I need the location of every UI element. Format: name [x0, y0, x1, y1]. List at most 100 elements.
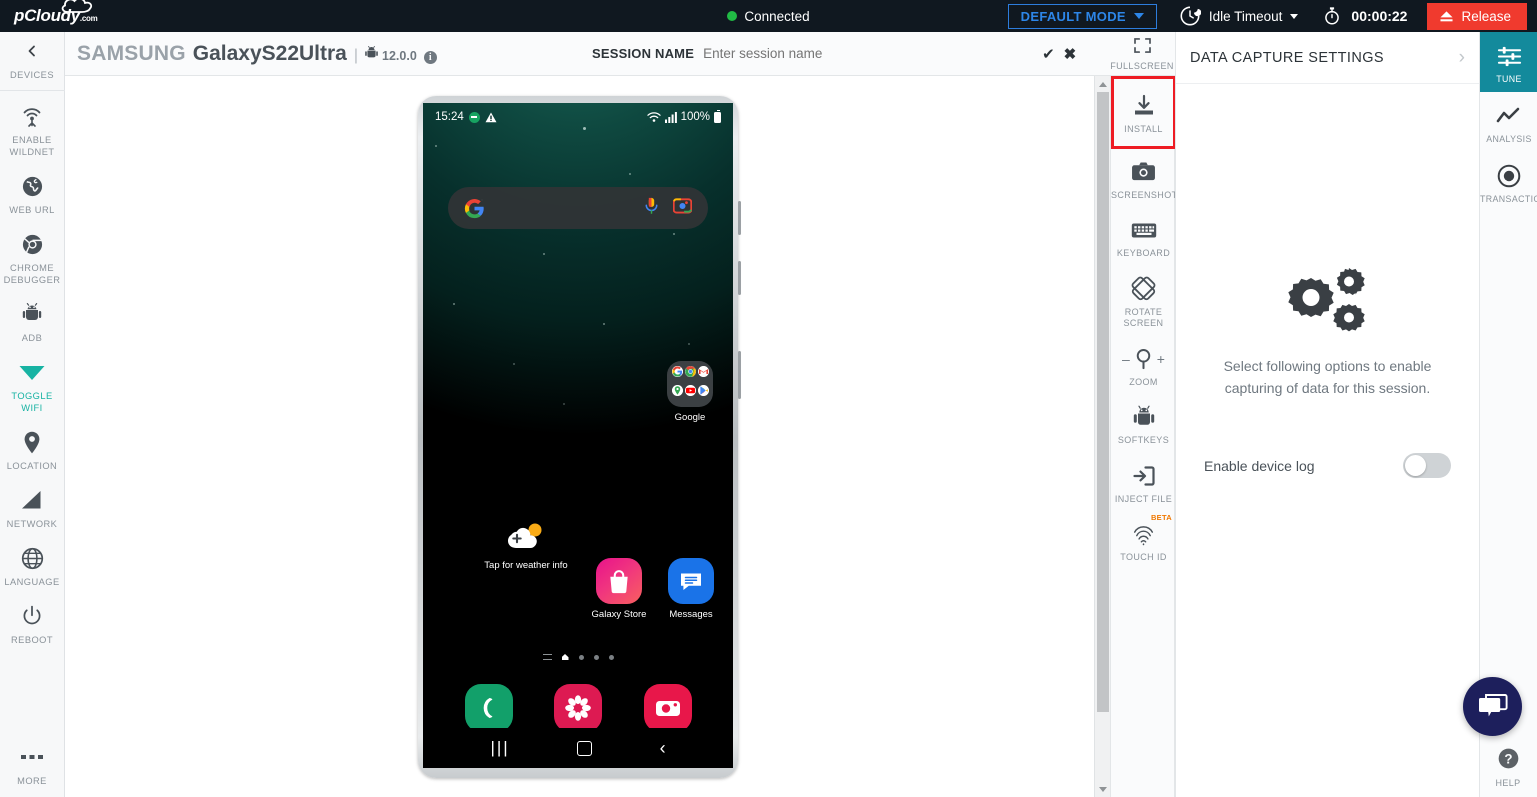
keyboard-icon	[1111, 217, 1176, 243]
sidebar-item-network[interactable]: NETWORK	[0, 475, 65, 533]
page-indicator-dot[interactable]	[608, 654, 614, 660]
zoom-out-label[interactable]: –	[1122, 351, 1130, 367]
sidebar-item-location[interactable]: LOCATION	[0, 417, 65, 475]
page-indicator-dot[interactable]	[593, 654, 599, 660]
dock-app-phone[interactable]	[464, 684, 513, 732]
record-dot-icon	[1480, 163, 1537, 189]
idle-timeout-dropdown[interactable]: Idle Timeout	[1179, 5, 1299, 27]
tool-rotate-screen[interactable]: ROTATE SCREEN	[1111, 266, 1176, 336]
check-icon[interactable]: ✔	[1042, 45, 1055, 63]
default-mode-dropdown[interactable]: DEFAULT MODE	[1007, 3, 1157, 29]
tool-rail: INSTALL SCREENSHOT KEYBOARD ROTATE SCREE…	[1110, 76, 1177, 797]
tool-zoom[interactable]: – + ZOOM	[1111, 336, 1176, 395]
phone-screen[interactable]: 15:24 100% Google Tap for weather info G…	[423, 103, 733, 768]
sidebar-label: WEB URL	[9, 205, 55, 215]
home-app-galaxy-store[interactable]: Galaxy Store	[591, 558, 647, 620]
info-icon[interactable]: i	[423, 50, 437, 64]
panel-title: DATA CAPTURE SETTINGS	[1190, 49, 1384, 66]
dock-app-camera[interactable]	[643, 684, 692, 732]
scroll-down-arrow[interactable]	[1095, 781, 1111, 797]
sidebar-item-adb[interactable]: ADB	[0, 289, 65, 347]
left-sidebar: DEVICES ENABLE WILDNET WEB URL CHROME DE…	[0, 32, 65, 797]
tab-transaction[interactable]: TRANSACTION	[1480, 152, 1537, 212]
zoom-in-label[interactable]: +	[1157, 351, 1165, 367]
power-button[interactable]	[738, 351, 741, 399]
tool-install[interactable]: INSTALL	[1111, 76, 1176, 149]
devices-label: DEVICES	[10, 70, 54, 80]
fullscreen-label: FULLSCREEN	[1110, 61, 1174, 71]
back-button[interactable]: ‹	[660, 738, 666, 759]
toggle-knob	[1405, 455, 1426, 476]
dock-app-gallery[interactable]	[554, 684, 602, 732]
session-name-input[interactable]	[703, 46, 1034, 61]
data-capture-header: DATA CAPTURE SETTINGS ›	[1176, 32, 1479, 84]
tab-tune[interactable]: TUNE	[1480, 32, 1537, 92]
microphone-icon[interactable]	[644, 197, 659, 220]
sidebar-item-enable-wildnet[interactable]: ENABLE WILDNET	[0, 91, 65, 161]
app-play-store-icon	[698, 385, 709, 396]
close-icon[interactable]: ✖	[1064, 45, 1077, 63]
page-indicator-dot[interactable]	[578, 654, 584, 660]
pcloudy-logo[interactable]: pCloudy.com	[0, 0, 120, 26]
folder-label: Google	[674, 412, 706, 423]
chat-support-button[interactable]	[1463, 677, 1522, 736]
phone-icon	[483, 698, 492, 718]
title-separator: |	[353, 46, 359, 64]
session-name-label: SESSION NAME	[592, 46, 695, 61]
weather-widget[interactable]: Tap for weather info	[461, 521, 591, 571]
sidebar-item-toggle-wifi[interactable]: TOGGLE WIFI	[0, 347, 65, 417]
gears-icon	[1287, 268, 1365, 332]
sidebar-item-web-url[interactable]: WEB URL	[0, 161, 65, 219]
volume-up-button[interactable]	[738, 201, 741, 235]
help-button[interactable]: ? HELP	[1479, 748, 1537, 788]
tab-label: TRANSACTION	[1480, 194, 1537, 204]
google-g-icon	[464, 198, 484, 218]
apps-menu-indicator-icon[interactable]	[542, 654, 552, 660]
tool-keyboard[interactable]: KEYBOARD	[1111, 207, 1176, 266]
release-label: Release	[1461, 8, 1511, 24]
download-install-icon	[1114, 93, 1173, 119]
tool-inject-file[interactable]: INJECT FILE	[1111, 453, 1176, 512]
top-bar: pCloudy.com Connected DEFAULT MODE Idle …	[0, 0, 1537, 32]
data-capture-body: Select following options to enable captu…	[1176, 84, 1479, 478]
tool-softkeys[interactable]: SOFTKEYS	[1111, 394, 1176, 453]
tab-label: ANALYSIS	[1486, 134, 1532, 144]
sidebar-item-reboot[interactable]: REBOOT	[0, 591, 65, 649]
release-button[interactable]: Release	[1427, 2, 1527, 30]
home-app-messages[interactable]: Messages	[663, 558, 719, 620]
home-page-indicator[interactable]	[561, 654, 569, 660]
chevron-right-icon[interactable]: ›	[1459, 47, 1465, 69]
tab-analysis[interactable]: ANALYSIS	[1480, 92, 1537, 152]
weather-cloud-icon	[508, 523, 542, 548]
sidebar-item-more[interactable]: MORE	[0, 732, 65, 797]
data-capture-panel: DATA CAPTURE SETTINGS › Select following…	[1175, 32, 1479, 797]
device-title: SAMSUNG GalaxyS22Ultra | 12.0.0 i	[77, 42, 437, 66]
volume-down-button[interactable]	[738, 261, 741, 295]
sidebar-item-chrome-debugger[interactable]: CHROME DEBUGGER	[0, 219, 65, 289]
chat-bubble-icon	[1478, 694, 1508, 717]
phone-device: 15:24 100% Google Tap for weather info G…	[418, 96, 741, 778]
pcloudy-device-session-page: pCloudy.com Connected DEFAULT MODE Idle …	[0, 0, 1537, 797]
stage-scrollbar[interactable]	[1094, 76, 1110, 797]
tool-touch-id[interactable]: BETA TOUCH ID	[1111, 511, 1176, 570]
app-label: Messages	[669, 609, 713, 620]
device-header: SAMSUNG GalaxyS22Ultra | 12.0.0 i SESSIO…	[65, 32, 1175, 76]
android-icon	[1111, 404, 1176, 430]
google-search-bar[interactable]	[448, 187, 708, 229]
scroll-up-arrow[interactable]	[1095, 76, 1111, 92]
google-lens-icon[interactable]	[672, 197, 693, 219]
tool-screenshot[interactable]: SCREENSHOT	[1111, 149, 1177, 208]
tool-label: ZOOM	[1129, 376, 1158, 387]
power-icon	[0, 604, 65, 628]
fullscreen-button[interactable]: FULLSCREEN	[1109, 36, 1175, 71]
sidebar-item-devices[interactable]: DEVICES	[0, 32, 65, 91]
google-folder[interactable]: Google	[666, 361, 714, 423]
scrollbar-thumb[interactable]	[1097, 92, 1109, 712]
enable-device-log-row: Enable device log	[1200, 453, 1455, 478]
weather-label: Tap for weather info	[484, 560, 568, 571]
fingerprint-icon	[1111, 521, 1176, 547]
recents-button[interactable]: |||	[490, 738, 509, 758]
home-button[interactable]	[577, 740, 593, 756]
sidebar-item-language[interactable]: LANGUAGE	[0, 533, 65, 591]
enable-device-log-toggle[interactable]	[1403, 453, 1451, 478]
